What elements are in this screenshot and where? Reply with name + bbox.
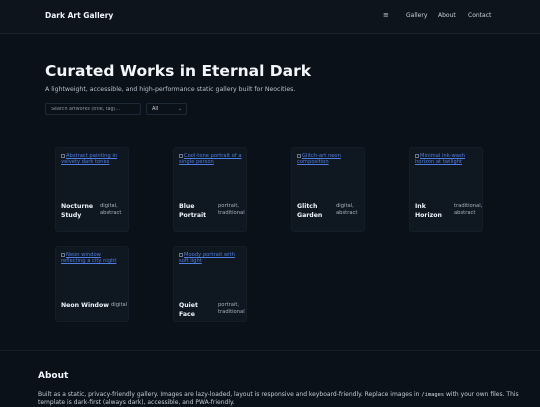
artwork-image[interactable]: Neon window reflecting a city night [56, 247, 128, 294]
artwork-image[interactable]: Cool-tone portrait of a single person [174, 148, 246, 195]
artwork-title: Nocturne Study [61, 203, 94, 219]
artwork-tags: digital, abstract [336, 203, 358, 216]
filter-selected-value: All [152, 106, 159, 112]
artwork-card[interactable]: Minimal ink-wash horizon at twilight Ink… [409, 147, 483, 232]
menu-icon[interactable]: ≡ [383, 11, 389, 19]
broken-image-icon [179, 153, 183, 158]
artwork-title: Glitch Garden [297, 203, 323, 219]
artwork-image[interactable]: Glitch-art neon composition [292, 148, 364, 195]
page-subtitle: A lightweight, accessible, and high-perf… [45, 86, 296, 93]
artwork-image-alt: Moody portrait with soft light [179, 252, 235, 264]
artwork-image-alt: Cool-tone portrait of a single person [179, 153, 242, 165]
nav-about-link[interactable]: About [438, 12, 456, 19]
artwork-card[interactable]: Moody portrait with soft light Quiet Fac… [173, 246, 247, 322]
artwork-image[interactable]: Moody portrait with soft light [174, 247, 246, 294]
artwork-title: Quiet Face [179, 302, 198, 318]
artwork-tags: portrait, traditional [218, 203, 245, 216]
artwork-tags: digital [111, 302, 128, 308]
artwork-card[interactable]: Abstract painting in velvety dark tones … [55, 147, 129, 232]
category-filter-select[interactable]: All ⌄ [146, 103, 187, 115]
nav-gallery-link[interactable]: Gallery [406, 12, 427, 19]
images-path-code: /images [421, 392, 445, 398]
artwork-card[interactable]: Cool-tone portrait of a single person Bl… [173, 147, 247, 232]
about-text-start: Built as a static, privacy-friendly gall… [38, 391, 422, 398]
artwork-card[interactable]: Glitch-art neon composition Glitch Garde… [291, 147, 365, 232]
broken-image-icon [61, 153, 65, 158]
artwork-image-alt: Neon window reflecting a city night [61, 252, 117, 264]
about-heading: About [38, 371, 69, 381]
brand-link[interactable]: Dark Art Gallery [45, 11, 113, 20]
broken-image-icon [179, 252, 183, 257]
artwork-image[interactable]: Minimal ink-wash horizon at twilight [410, 148, 482, 195]
top-navbar: Dark Art Gallery ≡ Gallery About Contact [0, 0, 540, 34]
broken-image-icon [415, 153, 419, 158]
artwork-card[interactable]: Neon window reflecting a city night Neon… [55, 246, 129, 322]
artwork-image-alt: Abstract painting in velvety dark tones [61, 153, 118, 165]
artwork-tags: digital, abstract [100, 203, 122, 216]
artwork-title: Ink Horizon [415, 203, 442, 219]
artwork-tags: portrait, traditional [218, 302, 245, 315]
chevron-down-icon: ⌄ [177, 106, 182, 112]
search-input[interactable] [45, 103, 141, 115]
broken-image-icon [61, 252, 65, 257]
section-divider [0, 350, 540, 351]
artwork-title: Neon Window [61, 302, 109, 309]
artwork-image-alt: Minimal ink-wash horizon at twilight [415, 153, 465, 165]
nav-contact-link[interactable]: Contact [468, 12, 491, 19]
artwork-image-alt: Glitch-art neon composition [297, 153, 341, 165]
artwork-tags: traditional, abstract [454, 203, 483, 216]
page-title: Curated Works in Eternal Dark [45, 62, 312, 80]
artwork-title: Blue Portrait [179, 203, 207, 219]
broken-image-icon [297, 153, 301, 158]
artwork-image[interactable]: Abstract painting in velvety dark tones [56, 148, 128, 195]
